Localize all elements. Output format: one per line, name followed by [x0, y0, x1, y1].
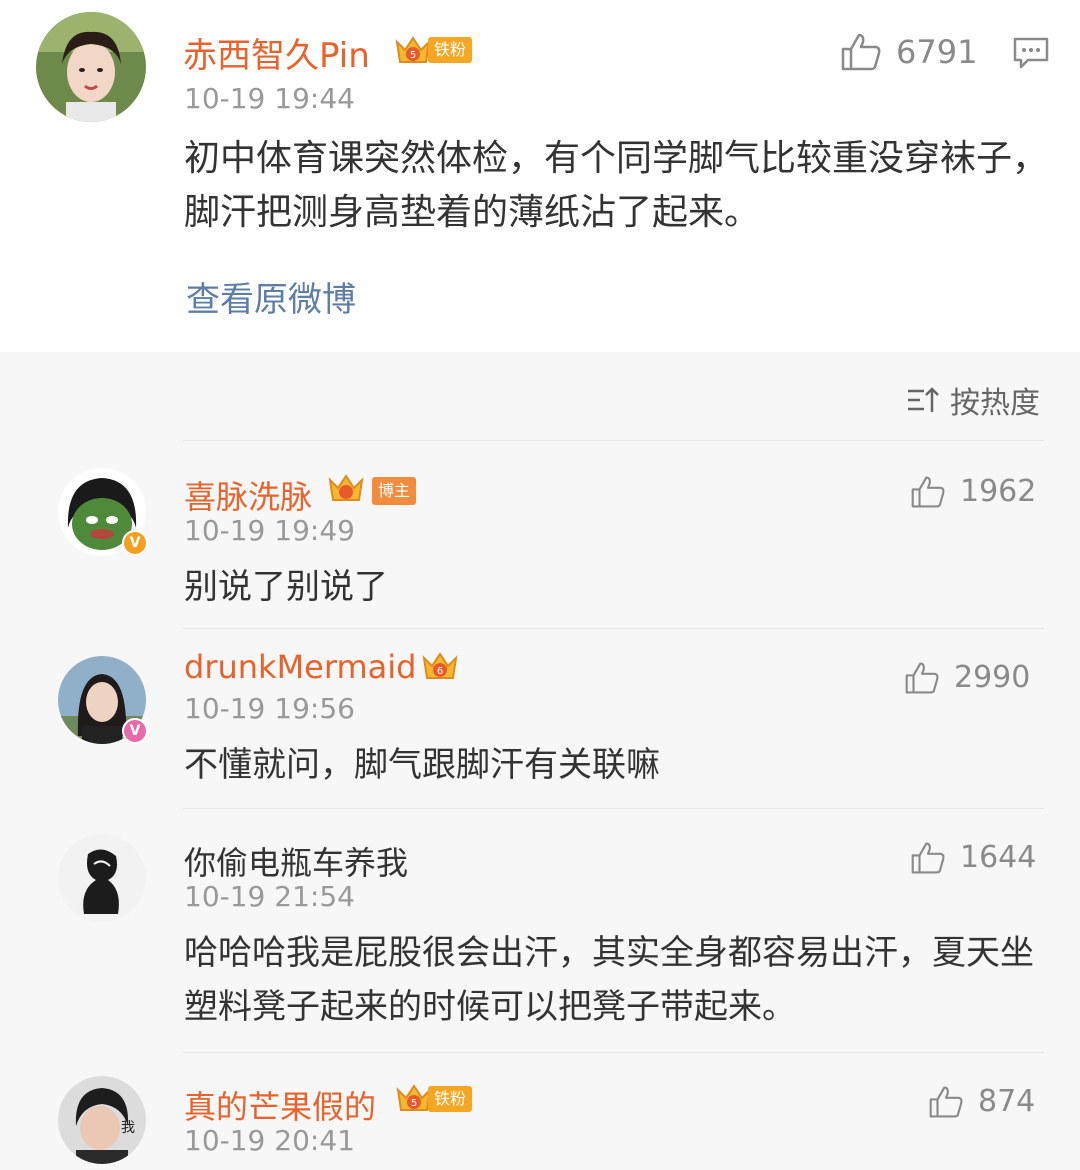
commenter-name[interactable]: 你偷电瓶车养我 [184, 838, 408, 884]
divider [183, 808, 1044, 809]
view-original-link[interactable]: 查看原微博 [186, 272, 356, 321]
comment-text: 不懂就问，脚气跟脚汗有关联嘛 [184, 745, 660, 785]
comment-icon[interactable] [1012, 36, 1050, 74]
level-crown-icon [326, 470, 366, 506]
svg-text:5: 5 [410, 50, 416, 61]
comment-text: 别说了别说了 [184, 567, 388, 607]
comment-text: 哈哈哈我是屁股很会出汗，其实全身都容易出汗，夏天坐塑料凳子起来的时候可以把凳子带… [184, 933, 1034, 1027]
commenter-name[interactable]: drunkMermaid [184, 648, 416, 686]
comment-time: 10-19 19:49 [184, 514, 355, 547]
svg-text:6: 6 [437, 666, 443, 677]
comment-like-button[interactable]: 1962 [910, 474, 1036, 509]
svg-text:我: 我 [121, 1120, 135, 1136]
blogger-badge: 博主 [372, 477, 417, 505]
comment-like-count: 2990 [954, 660, 1031, 695]
comment-like-count: 1962 [960, 474, 1037, 509]
post-author-avatar[interactable] [36, 12, 146, 122]
commenter-name[interactable]: 喜脉洗脉 [184, 472, 312, 518]
divider [183, 1052, 1044, 1053]
thumbs-up-icon [911, 841, 945, 874]
thumbs-up-icon [841, 33, 881, 71]
sort-icon [908, 387, 939, 412]
comment-like-count: 874 [978, 1084, 1036, 1119]
verified-badge-icon: V [122, 530, 148, 556]
commenter-avatar[interactable] [58, 834, 146, 922]
level-crown-icon: 5 [393, 32, 433, 68]
verified-badge-icon: V [122, 718, 148, 744]
post-like-count: 6791 [896, 33, 978, 71]
sort-label: 按热度 [950, 386, 1040, 421]
level-crown-icon: 6 [420, 648, 460, 684]
divider [183, 628, 1044, 629]
sort-by-hot-button[interactable]: 按热度 [906, 378, 1040, 422]
comment-like-button[interactable]: 1644 [910, 840, 1036, 875]
comment-time: 10-19 21:54 [184, 880, 355, 913]
fan-badge: 铁粉 [428, 1086, 473, 1112]
post-time: 10-19 19:44 [184, 82, 355, 115]
thumbs-up-icon [911, 475, 945, 508]
comment-time: 10-19 19:56 [184, 692, 355, 725]
thumbs-up-icon [905, 661, 939, 694]
commenter-name[interactable]: 真的芒果假的 [184, 1082, 376, 1128]
post-like-button[interactable]: 6791 [840, 32, 977, 72]
comments-section: 按热度 V 喜脉洗脉 博主 1962 10-19 19:49 别说了别说了 V … [0, 352, 1080, 1170]
original-post: 赤西智久Pin 5 铁粉 10-19 19:44 6791 初中体育课突然体检，… [0, 0, 1080, 352]
svg-text:5: 5 [411, 1098, 417, 1109]
comment-like-button[interactable]: 2990 [904, 660, 1030, 695]
fan-badge: 铁粉 [428, 37, 473, 63]
comment-like-count: 1644 [960, 840, 1037, 875]
comment-like-button[interactable]: 874 [928, 1084, 1035, 1119]
post-author-name[interactable]: 赤西智久Pin [183, 28, 370, 77]
post-text: 初中体育课突然体检，有个同学脚气比较重没穿袜子，脚汗把测身高垫着的薄纸沾了起来。 [184, 138, 1049, 233]
comment-time: 10-19 20:41 [184, 1124, 355, 1157]
thumbs-up-icon [929, 1085, 963, 1118]
divider [183, 440, 1044, 441]
commenter-avatar[interactable]: 我 [58, 1076, 146, 1164]
